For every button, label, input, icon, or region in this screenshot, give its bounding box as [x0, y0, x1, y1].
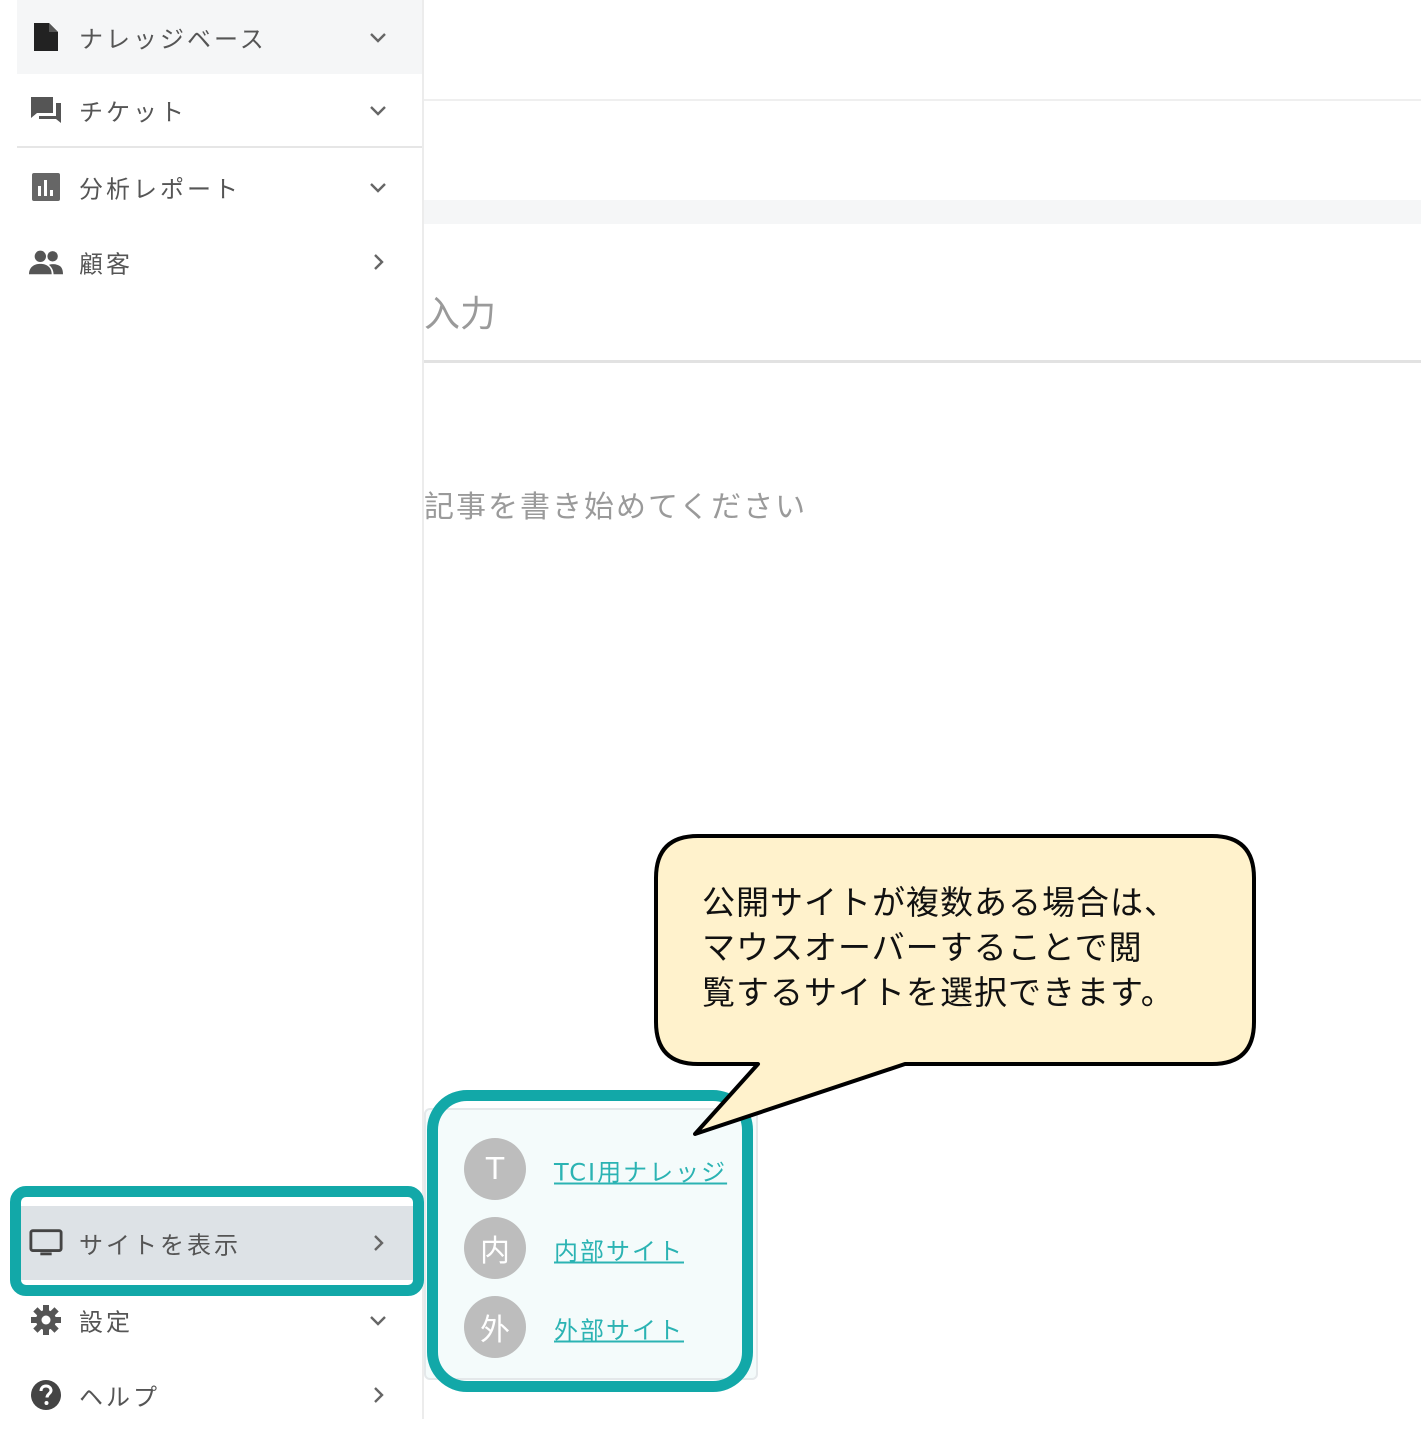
chevron-down-icon: [370, 106, 386, 116]
sidebar-item-label: チケット: [79, 98, 187, 127]
callout-line: 公開サイトが複数ある場合は、: [702, 883, 1178, 922]
body-editor[interactable]: 記事を書き始めてください: [424, 482, 807, 526]
chevron-down-icon: [370, 183, 386, 193]
chevron-down-icon: [370, 1316, 386, 1326]
sidebar-item-ticket[interactable]: チケット: [17, 74, 422, 148]
help-icon: [29, 1378, 63, 1412]
chat-icon: [29, 93, 63, 127]
callout-text: 公開サイトが複数ある場合は、 マウスオーバーすることで閲 覧するサイトを選択でき…: [702, 880, 1222, 1015]
sidebar-item-label: ナレッジベース: [79, 25, 267, 54]
sidebar-item-customer[interactable]: 顧客: [17, 225, 422, 299]
sidebar-item-label: 分析レポート: [79, 175, 241, 204]
chevron-right-icon: [374, 254, 384, 270]
sidebar-item-label: ヘルプ: [79, 1383, 160, 1412]
title-input[interactable]: 入力: [424, 285, 496, 337]
sidebar-item-label: 設定: [79, 1308, 133, 1337]
callout-line: マウスオーバーすることで閲: [702, 928, 1143, 967]
highlight-frame-view-site: [10, 1186, 424, 1296]
title-underline: [424, 360, 1421, 363]
sidebar-item-help[interactable]: ヘルプ: [17, 1358, 422, 1432]
bar-chart-icon: [29, 170, 63, 204]
sidebar-item-label: 顧客: [79, 250, 133, 279]
divider: [424, 99, 1421, 101]
callout-line: 覧するサイトを選択できます。: [702, 973, 1175, 1012]
gear-icon: [29, 1303, 63, 1337]
chevron-down-icon: [370, 33, 386, 43]
toolbar-band: [424, 200, 1421, 224]
document-icon: [29, 20, 63, 54]
chevron-right-icon: [374, 1387, 384, 1403]
sidebar-item-analytics-report[interactable]: 分析レポート: [17, 150, 422, 224]
people-icon: [29, 245, 63, 279]
sidebar-item-knowledge-base[interactable]: ナレッジベース: [17, 0, 422, 74]
